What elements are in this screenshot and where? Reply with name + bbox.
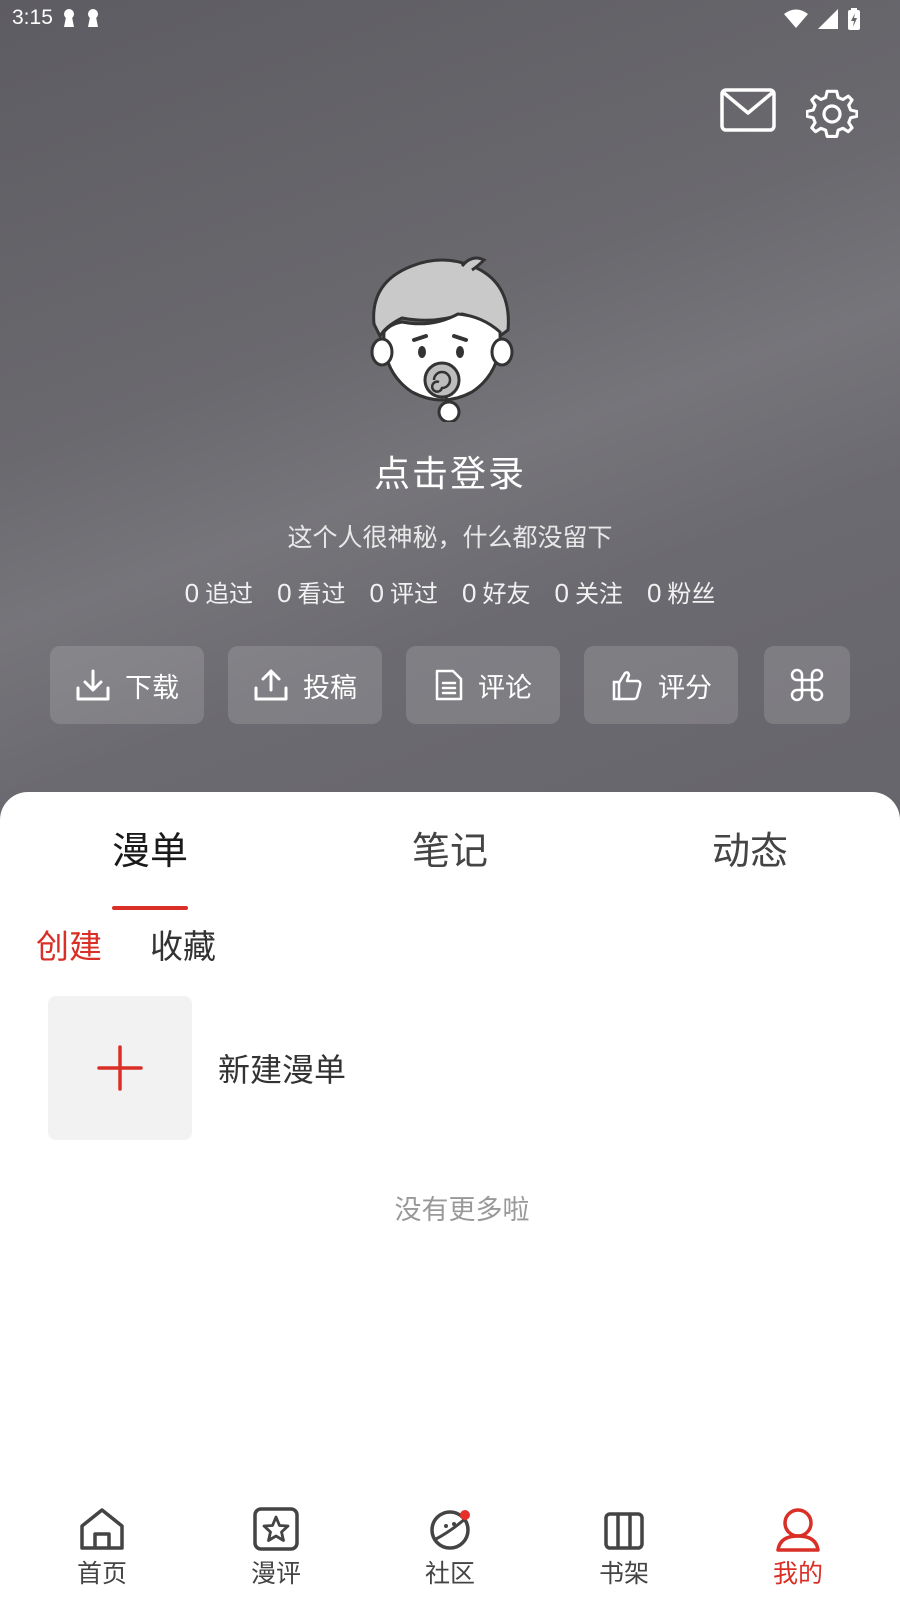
comments-button[interactable]: 评论 bbox=[406, 646, 560, 724]
rating-label: 评分 bbox=[658, 672, 712, 704]
stat-label: 粉丝 bbox=[667, 580, 716, 608]
stat-label: 追过 bbox=[205, 580, 254, 608]
star-icon bbox=[253, 1507, 299, 1551]
submit-label: 投稿 bbox=[303, 672, 357, 704]
stat-fans[interactable]: 0 粉丝 bbox=[647, 574, 715, 609]
stat-value: 0 bbox=[184, 578, 200, 608]
default-avatar-illustration bbox=[370, 256, 514, 424]
gear-icon bbox=[805, 89, 859, 138]
stat-value: 0 bbox=[277, 578, 292, 608]
end-of-list-text: 没有更多啦 bbox=[394, 1195, 530, 1226]
nav-bookshelf[interactable]: 书架 bbox=[564, 1506, 684, 1590]
new-list-tile[interactable] bbox=[48, 996, 192, 1140]
list-subtabs: 创建 收藏 bbox=[36, 920, 216, 968]
nav-profile-label: 我的 bbox=[772, 1559, 823, 1588]
status-time: 3:15 bbox=[12, 6, 53, 29]
command-icon bbox=[790, 668, 824, 702]
upload-icon bbox=[254, 669, 288, 701]
nav-reviews-label: 漫评 bbox=[250, 1559, 301, 1588]
login-prompt[interactable]: 点击登录 bbox=[0, 445, 900, 497]
subtab-created[interactable]: 创建 bbox=[36, 920, 102, 968]
stat-value: 0 bbox=[646, 578, 662, 608]
nav-reviews[interactable]: 漫评 bbox=[216, 1506, 336, 1590]
avatar[interactable] bbox=[362, 252, 522, 424]
stat-friends[interactable]: 0 好友 bbox=[462, 574, 530, 609]
home-icon bbox=[80, 1508, 124, 1550]
download-button[interactable]: 下载 bbox=[50, 646, 204, 724]
wifi-icon bbox=[784, 9, 808, 28]
more-actions-button[interactable] bbox=[764, 646, 850, 724]
comments-label: 评论 bbox=[478, 672, 532, 704]
status-system-icons bbox=[784, 8, 860, 30]
download-label: 下载 bbox=[125, 672, 179, 704]
tab-manga-lists[interactable]: 漫单 bbox=[80, 820, 220, 875]
thumbs-up-icon bbox=[612, 671, 642, 701]
stat-label: 看过 bbox=[297, 580, 346, 608]
mail-icon bbox=[720, 88, 776, 132]
nav-home-label: 首页 bbox=[76, 1559, 127, 1588]
stat-label: 关注 bbox=[574, 580, 623, 608]
stat-following[interactable]: 0 关注 bbox=[554, 574, 622, 609]
subtab-favorites[interactable]: 收藏 bbox=[150, 920, 216, 968]
stat-watched[interactable]: 0 看过 bbox=[277, 574, 345, 609]
stat-value: 0 bbox=[554, 578, 569, 608]
status-bar: 3:15 bbox=[0, 0, 900, 36]
battery-icon bbox=[848, 8, 860, 30]
tab-activity[interactable]: 动态 bbox=[680, 820, 820, 875]
nav-community[interactable]: 社区 bbox=[390, 1506, 510, 1590]
new-list-label: 新建漫单 bbox=[218, 1051, 347, 1089]
profile-stats: 0 追过 0 看过 0 评过 0 好友 0 关注 0 粉丝 bbox=[0, 574, 900, 609]
tab-notes[interactable]: 笔记 bbox=[380, 820, 520, 875]
status-notification-icons bbox=[62, 8, 100, 28]
user-bio: 这个人很神秘，什么都没留下 bbox=[287, 523, 613, 552]
nav-home[interactable]: 首页 bbox=[42, 1506, 162, 1590]
settings-button[interactable] bbox=[805, 88, 866, 140]
stat-followed[interactable]: 0 追过 bbox=[185, 574, 253, 609]
new-list-item[interactable]: 新建漫单 bbox=[48, 996, 346, 1140]
keyhole-icon bbox=[88, 9, 98, 27]
content-tabs: 漫单 笔记 动态 bbox=[0, 820, 900, 910]
keyhole-icon bbox=[64, 9, 74, 27]
nav-bookshelf-label: 书架 bbox=[598, 1559, 649, 1588]
document-icon bbox=[435, 669, 463, 701]
notification-badge bbox=[460, 1510, 470, 1520]
mail-button[interactable] bbox=[720, 88, 780, 140]
stat-label: 好友 bbox=[482, 580, 531, 608]
stat-rated[interactable]: 0 评过 bbox=[370, 574, 438, 609]
stat-value: 0 bbox=[369, 578, 384, 608]
download-icon bbox=[76, 669, 110, 701]
user-icon bbox=[776, 1508, 820, 1552]
stat-label: 评过 bbox=[390, 580, 438, 608]
plus-icon bbox=[97, 1045, 143, 1091]
rating-button[interactable]: 评分 bbox=[584, 646, 738, 724]
active-tab-indicator bbox=[112, 906, 188, 910]
bookshelf-icon bbox=[604, 1512, 644, 1550]
nav-profile[interactable]: 我的 bbox=[738, 1506, 858, 1590]
signal-icon bbox=[818, 9, 838, 29]
submit-button[interactable]: 投稿 bbox=[228, 646, 382, 724]
nav-community-label: 社区 bbox=[424, 1559, 475, 1588]
bottom-navigation: 首页 漫评 社区 书架 我的 bbox=[0, 1500, 900, 1600]
stat-value: 0 bbox=[462, 578, 477, 608]
content-sheet: 漫单 笔记 动态 创建 收藏 新建漫单 没有更多啦 bbox=[0, 792, 900, 1500]
